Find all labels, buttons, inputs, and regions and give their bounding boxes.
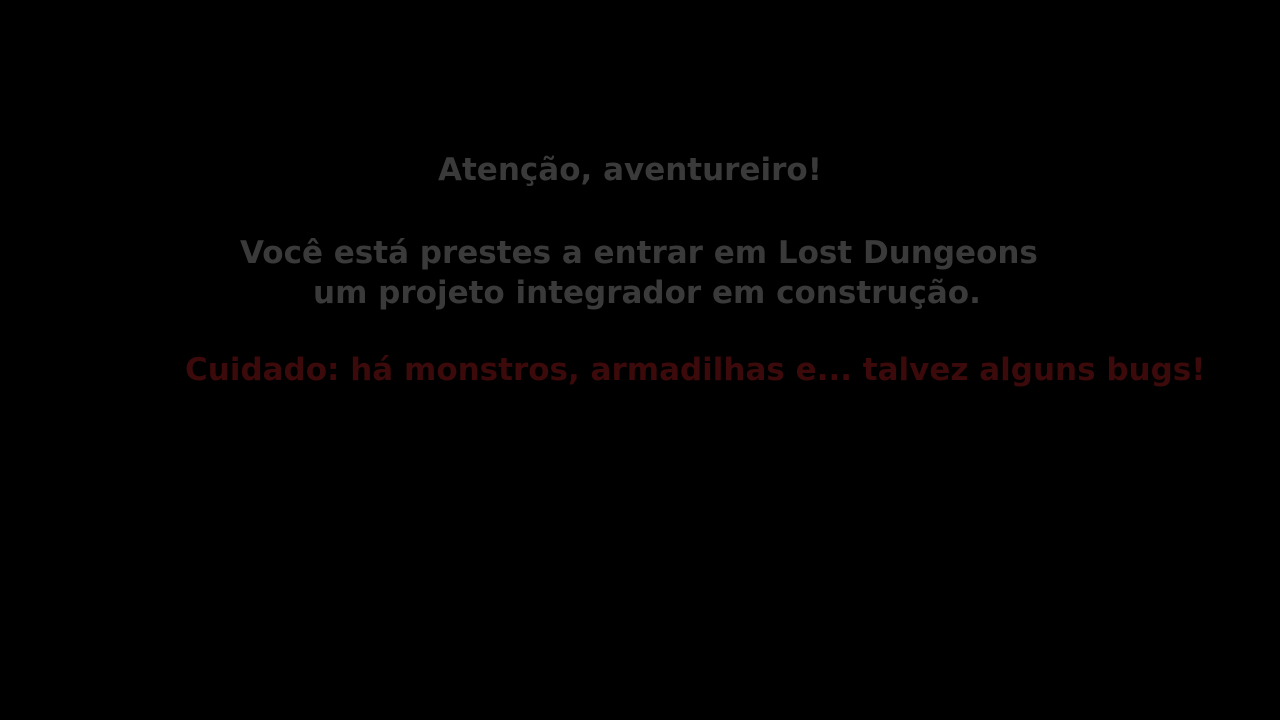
intro-message-line-2: um projeto integrador em construção. (313, 275, 981, 311)
intro-screen: Atenção, aventureiro! Você está prestes … (0, 0, 1280, 720)
warning-message: Cuidado: há monstros, armadilhas e... ta… (185, 352, 1206, 388)
intro-title: Atenção, aventureiro! (438, 152, 822, 188)
intro-message-line-1: Você está prestes a entrar em Lost Dunge… (240, 235, 1038, 271)
